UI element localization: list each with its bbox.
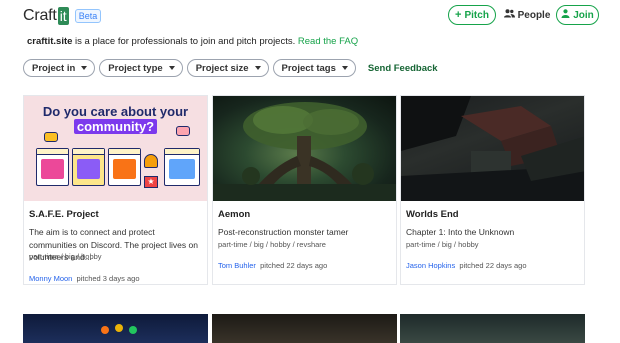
pitched-time: pitched 22 days ago bbox=[459, 261, 527, 270]
orb-icon bbox=[129, 326, 137, 334]
author-link[interactable]: Jason Hopkins bbox=[406, 261, 455, 270]
card-tags: part-time / big / hobby / revshare bbox=[218, 240, 326, 249]
pitch-label: Pitch bbox=[464, 9, 489, 21]
project-image[interactable] bbox=[401, 96, 584, 201]
ruined-building-illustration bbox=[401, 96, 584, 201]
author-link[interactable]: Monny Moon bbox=[29, 274, 72, 283]
card-description: Chapter 1: Into the Unknown bbox=[406, 227, 515, 237]
heart-bubble-icon bbox=[176, 126, 190, 136]
project-card-worlds-end[interactable]: Worlds End Chapter 1: Into the Unknown p… bbox=[400, 95, 585, 285]
filter-label: Project tags bbox=[281, 62, 336, 74]
project-card-partial[interactable] bbox=[23, 314, 208, 343]
window-illustration bbox=[164, 148, 200, 186]
pitched-time: pitched 22 days ago bbox=[260, 261, 328, 270]
star-icon: ★ bbox=[144, 176, 158, 188]
window-illustration bbox=[72, 148, 105, 186]
caret-down-icon bbox=[341, 66, 348, 70]
card-description: Post-reconstruction monster tamer bbox=[218, 227, 349, 237]
send-feedback-link[interactable]: Send Feedback bbox=[368, 63, 438, 74]
join-label: Join bbox=[573, 9, 594, 21]
filter-label: Project size bbox=[195, 62, 249, 74]
orb-icon bbox=[115, 324, 123, 332]
card-tags: part-time / big / hobby bbox=[29, 252, 102, 261]
faq-link[interactable]: Read the FAQ bbox=[298, 36, 358, 47]
project-card-partial[interactable] bbox=[212, 314, 397, 343]
card-meta: Jason Hopkins pitched 22 days ago bbox=[406, 261, 527, 270]
caret-down-icon bbox=[81, 66, 88, 70]
card-meta: Tom Buhler pitched 22 days ago bbox=[218, 261, 327, 270]
people-label: People bbox=[517, 9, 551, 21]
beta-badge: Beta bbox=[74, 9, 102, 23]
people-button[interactable]: People bbox=[503, 5, 551, 25]
image-heading-line-2: community? bbox=[73, 119, 158, 134]
pitch-button[interactable]: + Pitch bbox=[448, 5, 496, 25]
filter-label: Project in bbox=[32, 62, 76, 74]
image-heading-line-1: Do you care about your bbox=[42, 104, 189, 119]
card-title[interactable]: S.A.F.E. Project bbox=[29, 209, 99, 220]
site-name: craftit.site bbox=[27, 36, 73, 47]
caret-down-icon bbox=[168, 66, 175, 70]
speech-bubble-icon bbox=[44, 132, 58, 142]
pitched-time: pitched 3 days ago bbox=[76, 274, 140, 283]
orb-icon bbox=[101, 326, 109, 334]
project-card-safe[interactable]: Do you care about your community? ★ S.A.… bbox=[23, 95, 208, 285]
filter-bar: Project in Project type Project size Pro… bbox=[23, 59, 438, 77]
tagline-text: is a place for professionals to join and… bbox=[72, 36, 298, 47]
people-icon bbox=[503, 9, 515, 21]
window-illustration bbox=[108, 148, 141, 186]
window-illustration bbox=[36, 148, 69, 186]
filter-project-size[interactable]: Project size bbox=[186, 59, 269, 77]
card-title[interactable]: Worlds End bbox=[406, 209, 459, 220]
filter-project-in[interactable]: Project in bbox=[23, 59, 96, 77]
caret-down-icon bbox=[254, 66, 261, 70]
logo[interactable]: Craft it Beta bbox=[23, 7, 102, 25]
logo-text: Craft bbox=[23, 7, 57, 24]
card-title[interactable]: Aemon bbox=[218, 209, 250, 220]
project-card-partial[interactable] bbox=[400, 314, 585, 343]
project-image[interactable]: Do you care about your community? ★ bbox=[24, 96, 207, 201]
fantasy-tree-illustration bbox=[213, 102, 396, 201]
project-image[interactable] bbox=[213, 96, 396, 201]
project-card-aemon[interactable]: Aemon Post-reconstruction monster tamer … bbox=[212, 95, 397, 285]
tagline: craftit.site is a place for professional… bbox=[27, 36, 358, 47]
logo-it-badge: it bbox=[57, 7, 69, 25]
user-icon bbox=[561, 9, 570, 21]
card-meta: Monny Moon pitched 3 days ago bbox=[29, 274, 140, 283]
plus-icon: + bbox=[455, 8, 462, 21]
filter-project-type[interactable]: Project type bbox=[99, 59, 183, 77]
join-button[interactable]: Join bbox=[556, 5, 599, 25]
bell-icon bbox=[144, 154, 158, 168]
filter-label: Project type bbox=[108, 62, 163, 74]
card-tags: part-time / big / hobby bbox=[406, 240, 479, 249]
filter-project-tags[interactable]: Project tags bbox=[272, 59, 356, 77]
author-link[interactable]: Tom Buhler bbox=[218, 261, 256, 270]
